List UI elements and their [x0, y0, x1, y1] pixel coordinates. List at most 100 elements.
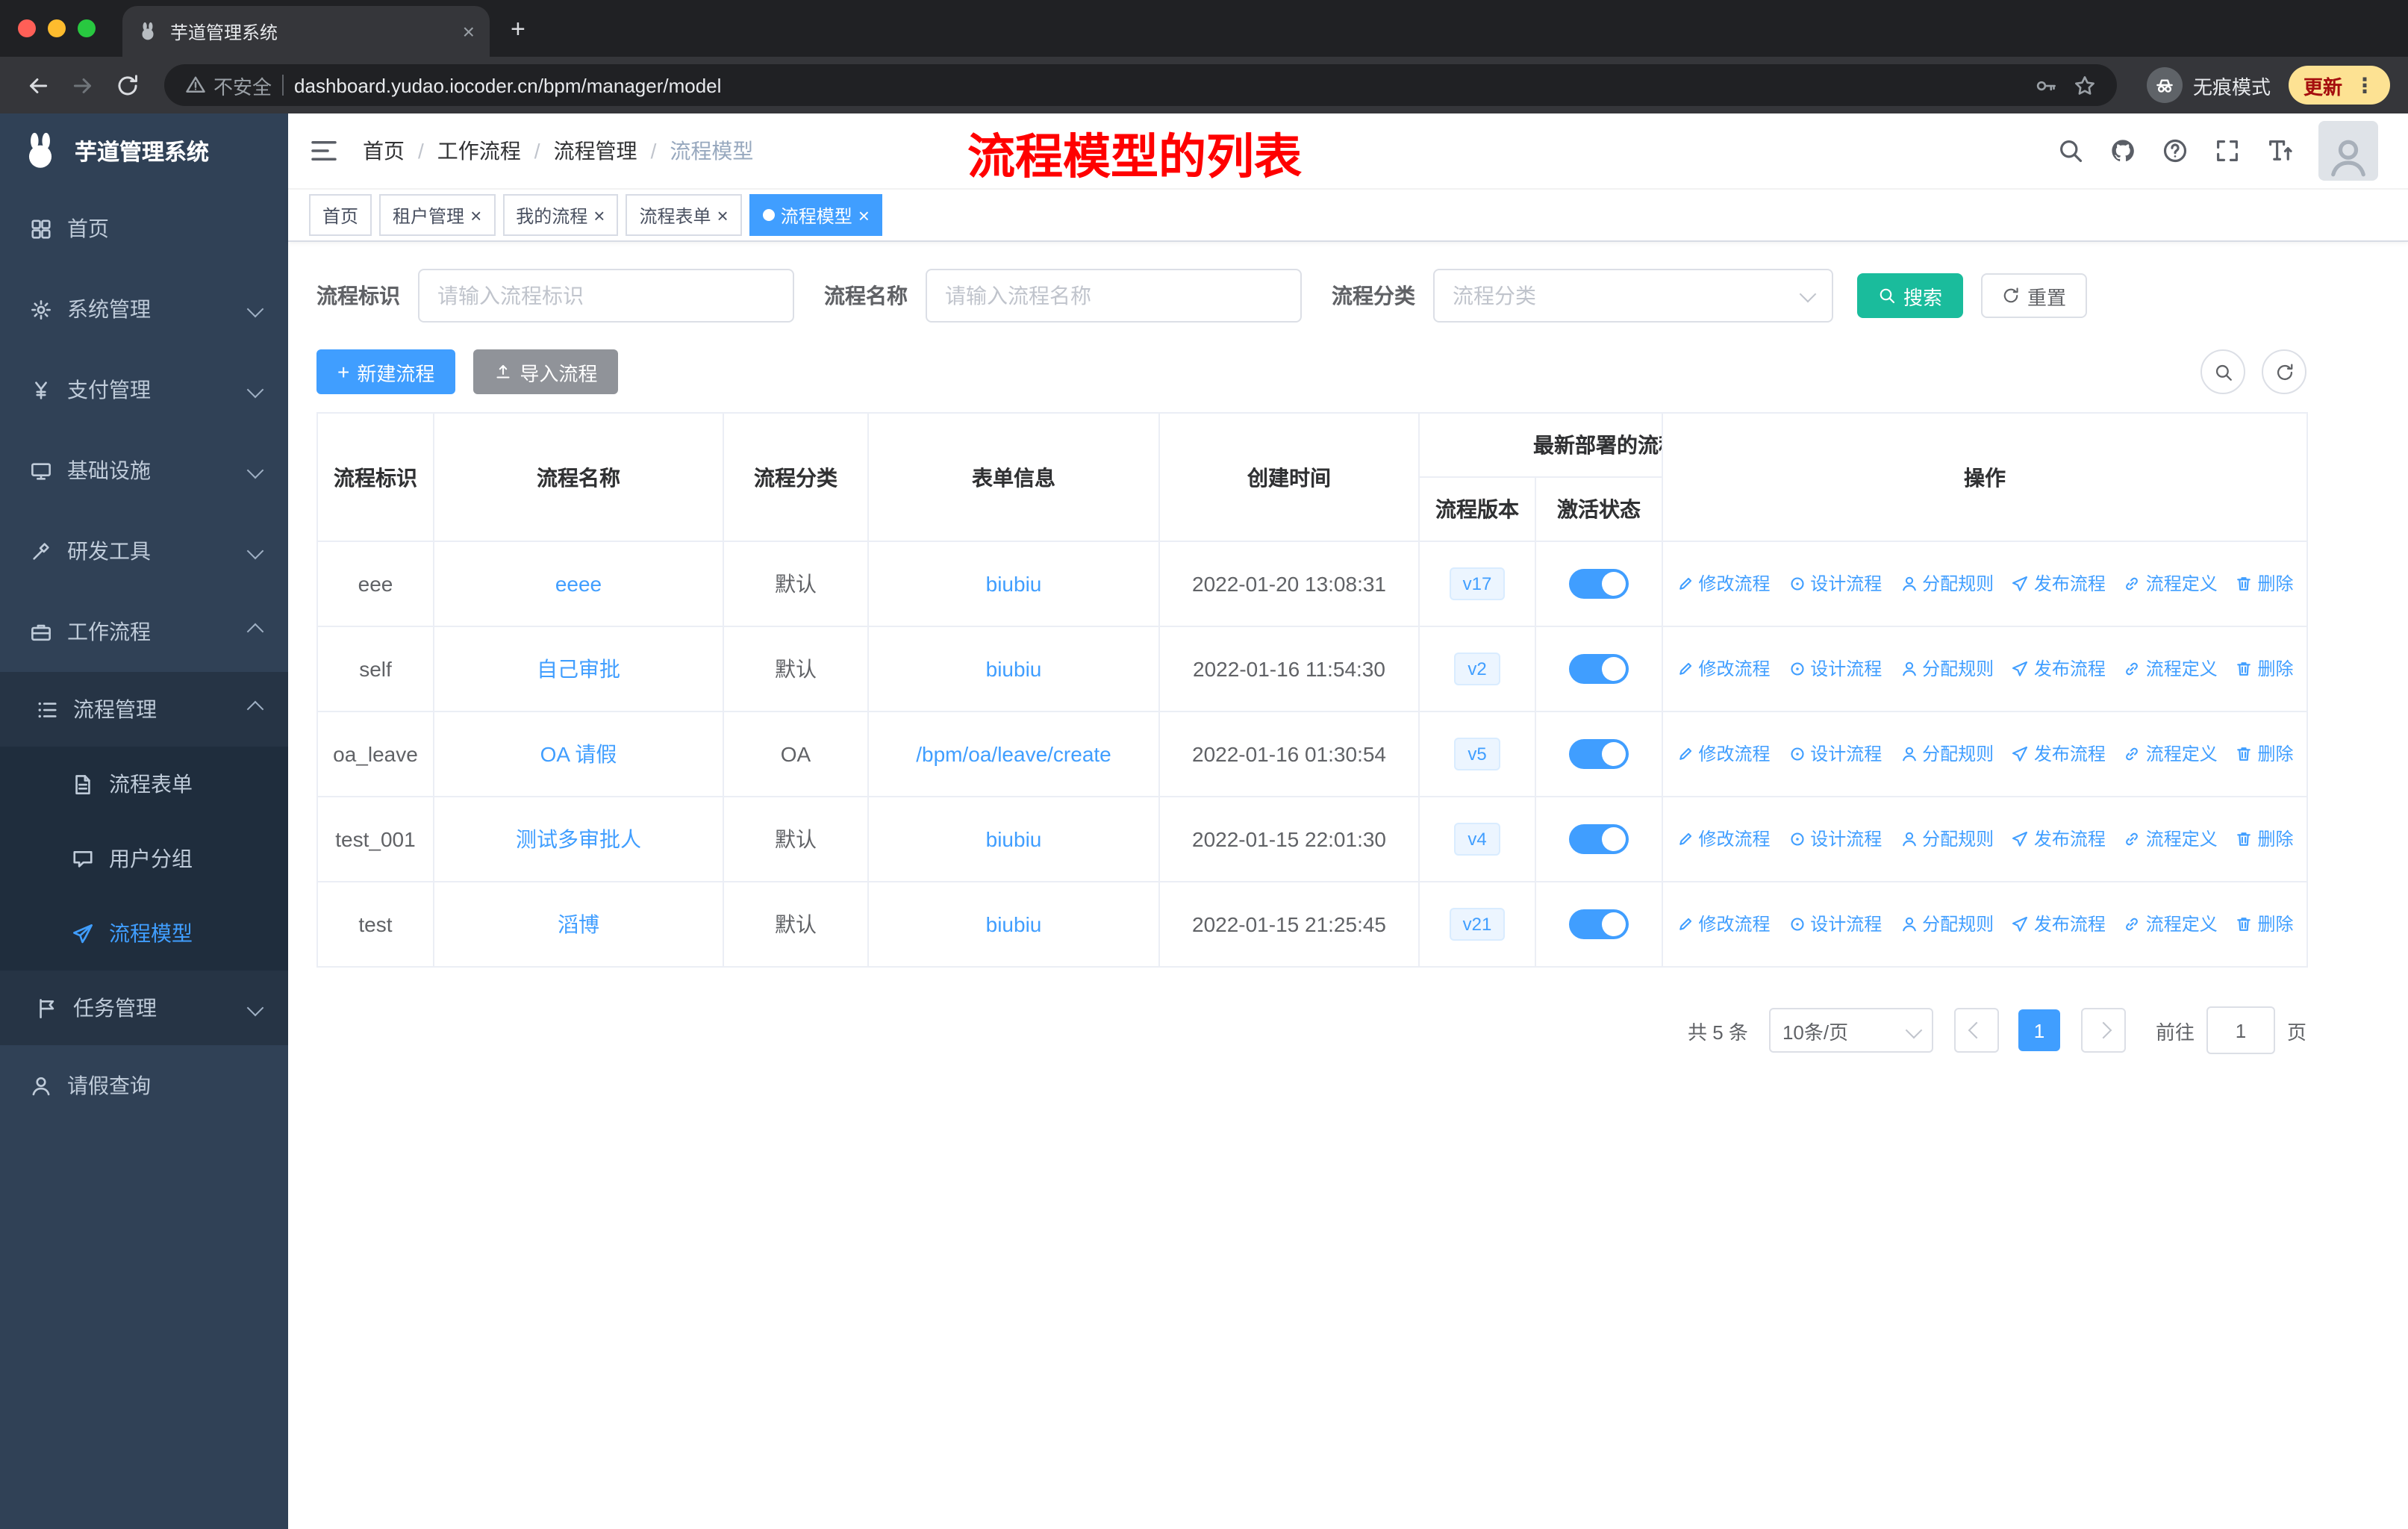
delete-link[interactable]: 删除 — [2236, 571, 2294, 597]
current-page[interactable]: 1 — [2018, 1009, 2060, 1051]
close-tab-icon[interactable]: × — [463, 19, 475, 43]
process-name-link[interactable]: 测试多审批人 — [516, 827, 641, 851]
tag-process-model[interactable]: 流程模型 × — [749, 194, 883, 236]
sidebar-item-home[interactable]: 首页 — [0, 188, 288, 269]
sidebar-item-user-group[interactable]: 用户分组 — [0, 821, 288, 896]
process-definition-link[interactable]: 流程定义 — [2124, 741, 2218, 767]
sidebar-item-task-mgmt[interactable]: 任务管理 — [0, 971, 288, 1045]
design-process-link[interactable]: 设计流程 — [1788, 826, 1882, 852]
process-name-link[interactable]: eeee — [555, 572, 602, 596]
refresh-table-button[interactable] — [2262, 349, 2306, 394]
active-switch[interactable] — [1569, 739, 1629, 769]
assign-rule-link[interactable]: 分配规则 — [1900, 826, 1994, 852]
new-tab-button[interactable]: + — [511, 15, 525, 45]
tag-home[interactable]: 首页 — [309, 194, 372, 236]
publish-process-link[interactable]: 发布流程 — [2012, 912, 2106, 937]
design-process-link[interactable]: 设计流程 — [1788, 741, 1882, 767]
minimize-window-button[interactable] — [48, 19, 66, 37]
close-icon[interactable]: × — [470, 205, 481, 225]
prev-page-button[interactable] — [1953, 1008, 1999, 1053]
form-info-link[interactable]: biubiu — [986, 912, 1042, 936]
sidebar-item-system[interactable]: 系统管理 — [0, 269, 288, 349]
modify-process-link[interactable]: 修改流程 — [1676, 912, 1770, 937]
update-button[interactable]: 更新 ⋮ — [2288, 66, 2390, 105]
font-size-icon[interactable] — [2266, 137, 2293, 164]
process-definition-link[interactable]: 流程定义 — [2124, 826, 2218, 852]
publish-process-link[interactable]: 发布流程 — [2012, 741, 2106, 767]
process-definition-link[interactable]: 流程定义 — [2124, 656, 2218, 682]
bookmark-star-icon[interactable] — [2074, 74, 2096, 96]
process-name-link[interactable]: 自己审批 — [537, 657, 620, 681]
category-select[interactable]: 流程分类 — [1433, 269, 1833, 323]
github-icon[interactable] — [2109, 137, 2136, 164]
zoom-window-button[interactable] — [78, 19, 96, 37]
app-logo[interactable]: 芋道管理系统 — [0, 113, 288, 188]
close-icon[interactable]: × — [593, 205, 605, 225]
reset-button[interactable]: 重置 — [1981, 273, 2088, 318]
hamburger-icon[interactable] — [309, 136, 339, 166]
create-process-button[interactable]: + 新建流程 — [316, 349, 456, 394]
reload-button[interactable] — [107, 66, 146, 105]
tag-my-process[interactable]: 我的流程 × — [502, 194, 619, 236]
tag-process-form[interactable]: 流程表单 × — [626, 194, 742, 236]
assign-rule-link[interactable]: 分配规则 — [1900, 571, 1994, 597]
process-name-link[interactable]: OA 请假 — [540, 742, 617, 766]
publish-process-link[interactable]: 发布流程 — [2012, 571, 2106, 597]
form-info-link[interactable]: biubiu — [986, 572, 1042, 596]
fullscreen-icon[interactable] — [2214, 137, 2241, 164]
page-size-select[interactable]: 10条/页 — [1768, 1008, 1933, 1053]
breadcrumb-home[interactable]: 首页 — [363, 136, 405, 166]
sidebar-item-devtools[interactable]: 研发工具 — [0, 511, 288, 591]
browser-menu-icon[interactable]: ⋮ — [2354, 72, 2375, 98]
process-name-link[interactable]: 滔博 — [558, 912, 599, 936]
delete-link[interactable]: 删除 — [2236, 826, 2294, 852]
help-icon[interactable] — [2162, 137, 2189, 164]
design-process-link[interactable]: 设计流程 — [1788, 571, 1882, 597]
process-definition-link[interactable]: 流程定义 — [2124, 912, 2218, 937]
process-definition-link[interactable]: 流程定义 — [2124, 571, 2218, 597]
password-key-icon[interactable] — [2035, 74, 2057, 96]
delete-link[interactable]: 删除 — [2236, 656, 2294, 682]
design-process-link[interactable]: 设计流程 — [1788, 912, 1882, 937]
form-info-link[interactable]: /bpm/oa/leave/create — [916, 742, 1111, 766]
breadcrumb-process-mgmt[interactable]: 流程管理 — [554, 136, 637, 166]
active-switch[interactable] — [1569, 569, 1629, 599]
modify-process-link[interactable]: 修改流程 — [1676, 826, 1770, 852]
toggle-search-button[interactable] — [2200, 349, 2245, 394]
sidebar-item-process-form[interactable]: 流程表单 — [0, 747, 288, 821]
form-info-link[interactable]: biubiu — [986, 827, 1042, 851]
next-page-button[interactable] — [2080, 1008, 2126, 1053]
import-process-button[interactable]: 导入流程 — [473, 349, 619, 394]
sidebar-item-leave-query[interactable]: 请假查询 — [0, 1045, 288, 1126]
modify-process-link[interactable]: 修改流程 — [1676, 656, 1770, 682]
delete-link[interactable]: 删除 — [2236, 741, 2294, 767]
process-key-input[interactable] — [418, 269, 794, 323]
goto-page-input[interactable] — [2206, 1006, 2275, 1054]
delete-link[interactable]: 删除 — [2236, 912, 2294, 937]
sidebar-item-process-mgmt[interactable]: 流程管理 — [0, 672, 288, 747]
sidebar-item-workflow[interactable]: 工作流程 — [0, 591, 288, 672]
assign-rule-link[interactable]: 分配规则 — [1900, 741, 1994, 767]
active-switch[interactable] — [1569, 909, 1629, 939]
active-switch[interactable] — [1569, 824, 1629, 854]
assign-rule-link[interactable]: 分配规则 — [1900, 912, 1994, 937]
browser-tab[interactable]: 芋道管理系统 × — [122, 6, 490, 57]
sidebar-item-infra[interactable]: 基础设施 — [0, 430, 288, 511]
form-info-link[interactable]: biubiu — [986, 657, 1042, 681]
forward-button[interactable] — [63, 66, 102, 105]
breadcrumb-workflow[interactable]: 工作流程 — [437, 136, 521, 166]
modify-process-link[interactable]: 修改流程 — [1676, 571, 1770, 597]
security-badge[interactable]: 不安全 — [185, 71, 272, 99]
avatar[interactable] — [2318, 121, 2378, 181]
search-icon[interactable] — [2057, 137, 2084, 164]
search-button[interactable]: 搜索 — [1857, 273, 1964, 318]
modify-process-link[interactable]: 修改流程 — [1676, 741, 1770, 767]
url-bar[interactable]: 不安全 dashboard.yudao.iocoder.cn/bpm/manag… — [164, 64, 2117, 106]
sidebar-item-payment[interactable]: 支付管理 — [0, 349, 288, 430]
active-switch[interactable] — [1569, 654, 1629, 684]
close-icon[interactable]: × — [717, 205, 729, 225]
publish-process-link[interactable]: 发布流程 — [2012, 656, 2106, 682]
sidebar-item-process-model[interactable]: 流程模型 — [0, 896, 288, 971]
back-button[interactable] — [18, 66, 57, 105]
design-process-link[interactable]: 设计流程 — [1788, 656, 1882, 682]
